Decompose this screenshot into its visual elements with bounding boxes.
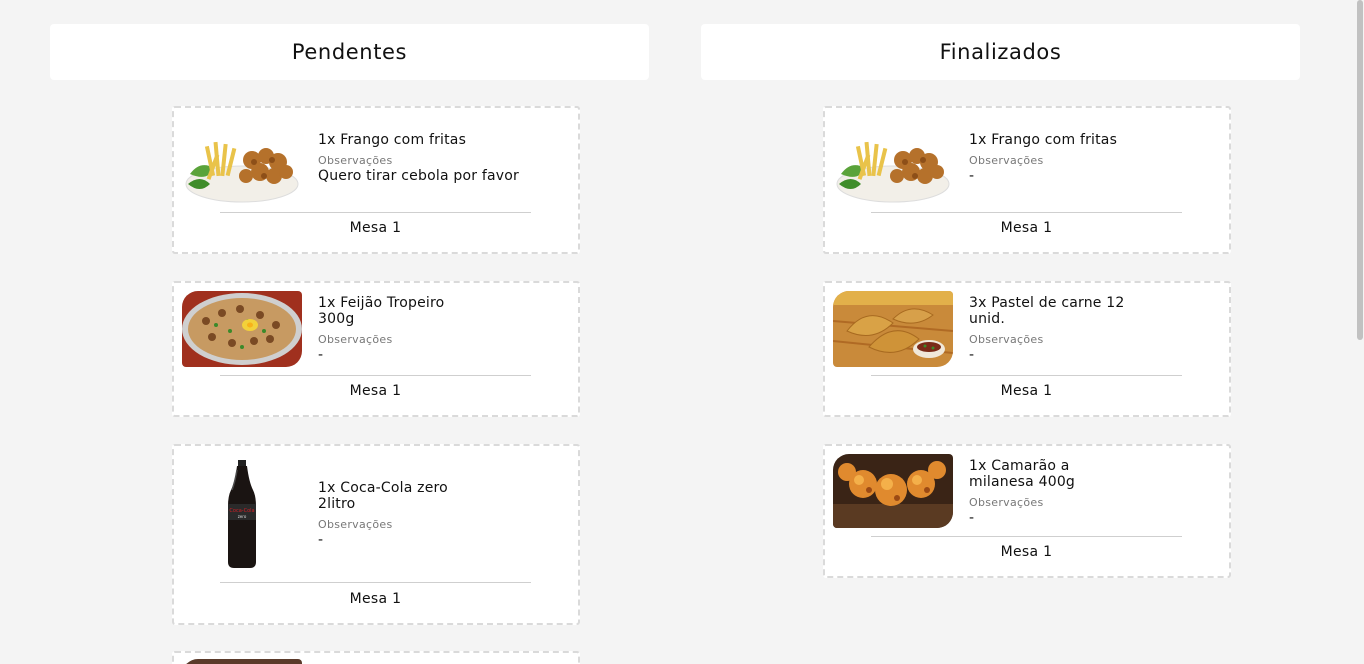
order-info: 1x Frango com fritas Observações Quero t… [318, 132, 538, 184]
fried-shrimp-image [833, 454, 953, 528]
card-divider [220, 212, 531, 213]
table-label: Mesa 1 [1000, 383, 1053, 399]
order-info: 1x Feijão Tropeiro 300g Observações - [318, 295, 538, 363]
order-info: 3x Pastel de carne 12 unid. Observações … [969, 295, 1189, 363]
done-header: Finalizados [701, 24, 1300, 80]
card-divider [220, 582, 531, 583]
observations-text: - [969, 510, 975, 526]
order-card[interactable]: 1x Feijão Tropeiro 300g Observações - Me… [172, 281, 580, 417]
observations-text: - [969, 347, 975, 363]
card-divider [871, 375, 1182, 376]
order-info: 1x Frango com fritas Observações - [969, 132, 1189, 184]
order-card[interactable]: Coca-Cola zero 1x Coca-Cola zero 2litro … [172, 444, 580, 625]
chicken-fries-image [182, 132, 302, 208]
pending-title: Pendentes [291, 40, 408, 64]
done-column: Finalizados 1x Frango com fritas Observa… [701, 24, 1300, 578]
observations-label: Observações [969, 496, 1044, 509]
pending-column: Pendentes 1x Frango com fritas Observaçõ… [50, 24, 649, 664]
scrollbar[interactable] [1356, 0, 1364, 664]
table-label: Mesa 1 [349, 220, 402, 236]
order-card[interactable]: 3x Pastel de carne 12 unid. Observações … [823, 281, 1231, 417]
item-name: 1x Coca-Cola zero 2litro [318, 480, 448, 512]
observations-text: - [969, 168, 975, 184]
table-label: Mesa 1 [1000, 544, 1053, 560]
card-divider [220, 375, 531, 376]
scrollbar-thumb[interactable] [1357, 0, 1363, 340]
pending-header: Pendentes [50, 24, 649, 80]
item-name: 3x Pastel de carne 12 unid. [969, 295, 1125, 327]
observations-text: - [318, 347, 324, 363]
order-card[interactable]: 1x Frango com fritas Observações - Mesa … [823, 106, 1231, 254]
order-card[interactable] [172, 651, 580, 664]
observations-label: Observações [318, 518, 393, 531]
pastel-image [833, 291, 953, 367]
item-name: 1x Frango com fritas [318, 132, 467, 148]
order-card[interactable]: 1x Frango com fritas Observações Quero t… [172, 106, 580, 254]
observations-label: Observações [969, 333, 1044, 346]
observations-label: Observações [318, 333, 393, 346]
observations-text: Quero tirar cebola por favor [318, 168, 519, 184]
order-info: 1x Coca-Cola zero 2litro Observações - [318, 480, 538, 548]
item-name: 1x Camarão a milanesa 400g [969, 458, 1076, 490]
order-info: 1x Camarão a milanesa 400g Observações - [969, 458, 1189, 526]
item-name: 1x Frango com fritas [969, 132, 1118, 148]
table-label: Mesa 1 [349, 591, 402, 607]
svg-text:zero: zero [238, 514, 247, 519]
observations-label: Observações [969, 154, 1044, 167]
done-title: Finalizados [939, 40, 1062, 64]
card-divider [871, 212, 1182, 213]
food-image [182, 659, 302, 664]
observations-text: - [318, 532, 324, 548]
item-name: 1x Feijão Tropeiro 300g [318, 295, 445, 327]
chicken-fries-image [833, 132, 953, 208]
feijao-tropeiro-image [182, 291, 302, 367]
card-divider [871, 536, 1182, 537]
coca-cola-bottle-image: Coca-Cola zero [182, 460, 302, 572]
table-label: Mesa 1 [1000, 220, 1053, 236]
observations-label: Observações [318, 154, 393, 167]
order-card[interactable]: 1x Camarão a milanesa 400g Observações -… [823, 444, 1231, 578]
table-label: Mesa 1 [349, 383, 402, 399]
